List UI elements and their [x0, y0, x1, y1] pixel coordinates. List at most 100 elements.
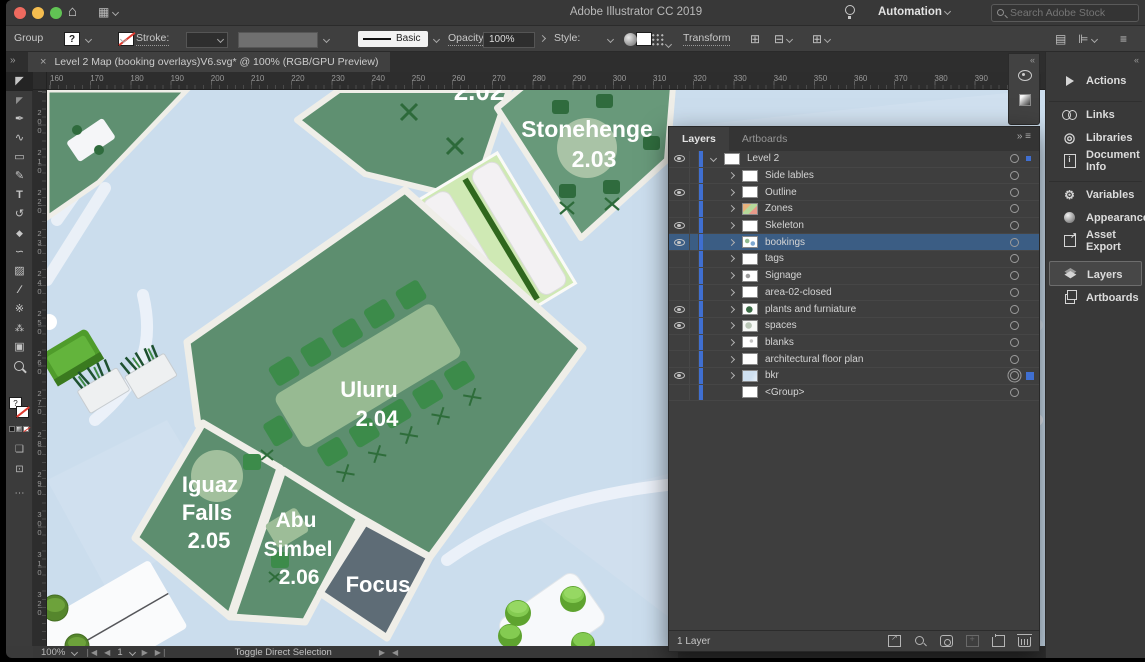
stock-search-input[interactable]: [1010, 6, 1135, 20]
artboards-panel-button[interactable]: Artboards: [1049, 286, 1142, 309]
brush-definition-dropdown[interactable]: Basic: [358, 31, 428, 47]
edit-toolbar-icon[interactable]: ⋯: [6, 488, 33, 499]
layer-name-area[interactable]: architectural floor plan: [703, 351, 1010, 367]
opacity-expand-chevron[interactable]: [539, 35, 546, 42]
zoom-level[interactable]: 100%: [41, 647, 65, 658]
window-zoom-button[interactable]: [50, 7, 62, 19]
room-label[interactable]: Iguaz: [182, 472, 238, 497]
home-icon[interactable]: ⌂: [68, 3, 77, 20]
preferences-grid-icon[interactable]: [651, 33, 671, 50]
direct-selection-tool[interactable]: [6, 91, 33, 110]
window-minimize-button[interactable]: [32, 7, 44, 19]
layer-visibility-toggle[interactable]: [669, 351, 690, 367]
layer-target-circle[interactable]: [1010, 238, 1019, 247]
layer-thumbnail[interactable]: [742, 170, 758, 182]
layer-lock-toggle[interactable]: [690, 385, 699, 401]
zoom-dropdown-chevron[interactable]: [71, 648, 78, 655]
layer-thumbnail[interactable]: [742, 236, 758, 248]
room-number[interactable]: 2.03: [572, 146, 617, 172]
layer-lock-toggle[interactable]: [690, 335, 699, 351]
layer-target-circle[interactable]: [1010, 254, 1019, 263]
arrange-icon[interactable]: ▤: [1055, 32, 1066, 46]
layer-lock-toggle[interactable]: [690, 151, 699, 167]
layer-row[interactable]: architectural floor plan: [669, 351, 1039, 368]
layer-row[interactable]: bookings: [669, 234, 1039, 251]
status-next-icon[interactable]: ▶: [379, 648, 385, 657]
stroke-weight-label[interactable]: Stroke:: [136, 32, 169, 46]
layer-row[interactable]: spaces: [669, 318, 1039, 335]
layer-expand-chevron[interactable]: [728, 189, 735, 196]
window-close-button[interactable]: [14, 7, 26, 19]
dock-collapse-icon[interactable]: «: [1134, 55, 1139, 65]
layer-name-area[interactable]: Side lables: [703, 168, 1010, 184]
asset-export-panel-button[interactable]: Asset Export: [1049, 229, 1142, 252]
room-number[interactable]: 2.04: [356, 406, 400, 431]
layer-thumbnail[interactable]: [742, 320, 758, 332]
layer-target-circle[interactable]: [1010, 338, 1019, 347]
panel-collapse-icon[interactable]: »: [1017, 131, 1025, 142]
rectangle-tool[interactable]: [6, 148, 33, 167]
layer-visibility-toggle[interactable]: [669, 218, 690, 234]
blend-tool[interactable]: [6, 300, 33, 319]
layer-row[interactable]: <Group>: [669, 385, 1039, 402]
symbol-sprayer-tool[interactable]: [6, 319, 33, 338]
layer-row[interactable]: area-02-closed: [669, 285, 1039, 302]
vertical-ruler[interactable]: 200 210 220 230 240 250 260 270 280 290 …: [33, 90, 47, 646]
layer-expand-chevron[interactable]: [728, 222, 735, 229]
layer-expand-chevron[interactable]: [728, 255, 735, 262]
layer-lock-toggle[interactable]: [690, 234, 699, 250]
style-swatch[interactable]: [636, 32, 652, 46]
ruler-origin-corner[interactable]: [33, 72, 47, 90]
align-objects-icon[interactable]: ⊞: [750, 32, 760, 46]
align-panel-icon[interactable]: ⊫: [1078, 32, 1097, 46]
drawing-modes-icon[interactable]: ❏: [6, 444, 33, 455]
layer-target-circle[interactable]: [1010, 288, 1019, 297]
style-dropdown-chevron[interactable]: [607, 36, 614, 43]
automation-menu[interactable]: Automation: [878, 6, 950, 18]
layer-lock-toggle[interactable]: [690, 201, 699, 217]
layer-thumbnail[interactable]: [742, 220, 758, 232]
control-panel-menu-icon[interactable]: ≡: [1120, 32, 1127, 46]
new-sublayer-icon[interactable]: [966, 635, 979, 647]
opacity-field[interactable]: 100%: [483, 32, 535, 48]
collapse-icon[interactable]: «: [1030, 55, 1035, 65]
layer-row[interactable]: blanks: [669, 335, 1039, 352]
layer-name-area[interactable]: Outline: [703, 184, 1010, 200]
layer-expand-chevron[interactable]: [728, 356, 735, 363]
eyedropper-tool[interactable]: [6, 281, 33, 300]
panel-tab[interactable]: Layers: [669, 127, 729, 151]
layer-lock-toggle[interactable]: [690, 351, 699, 367]
layer-expand-chevron[interactable]: [728, 372, 735, 379]
layer-name-area[interactable]: Zones: [703, 201, 1010, 217]
layer-expand-chevron[interactable]: [728, 272, 735, 279]
layer-lock-toggle[interactable]: [690, 285, 699, 301]
layer-name-area[interactable]: plants and furniature: [703, 301, 1010, 317]
layer-name-area[interactable]: Level 2: [703, 151, 1010, 167]
room-label[interactable]: Stonehenge: [521, 116, 653, 142]
workspace-switcher-icon[interactable]: ▦: [98, 5, 118, 19]
document-tab[interactable]: ×Level 2 Map (booking overlays)V6.svg* @…: [28, 52, 390, 72]
room-number[interactable]: 2.06: [279, 566, 320, 589]
color-button[interactable]: [9, 426, 15, 432]
stroke-color-box[interactable]: [16, 406, 29, 418]
layer-expand-chevron[interactable]: [728, 322, 735, 329]
layer-thumbnail[interactable]: [742, 286, 758, 298]
artboard-tool[interactable]: [6, 338, 33, 357]
layer-visibility-toggle[interactable]: [669, 201, 690, 217]
layer-expand-chevron[interactable]: [710, 155, 717, 162]
gradient-button[interactable]: [16, 426, 22, 432]
layer-row[interactable]: tags: [669, 251, 1039, 268]
layer-thumbnail[interactable]: [742, 253, 758, 265]
layer-name-area[interactable]: spaces: [703, 318, 1010, 334]
layer-target-circle[interactable]: [1010, 371, 1019, 380]
room-label[interactable]: Abu: [276, 509, 317, 532]
layer-row[interactable]: bkr: [669, 368, 1039, 385]
document-setup-icon[interactable]: [624, 33, 637, 49]
room-number[interactable]: 2.05: [188, 528, 231, 553]
align-anchor-icon[interactable]: ⊟: [774, 32, 792, 46]
layer-thumbnail[interactable]: [742, 386, 758, 398]
layer-lock-toggle[interactable]: [690, 251, 699, 267]
layer-visibility-toggle[interactable]: [669, 184, 690, 200]
paintbrush-tool[interactable]: [6, 167, 33, 186]
width-profile-chevron[interactable]: [323, 36, 330, 43]
